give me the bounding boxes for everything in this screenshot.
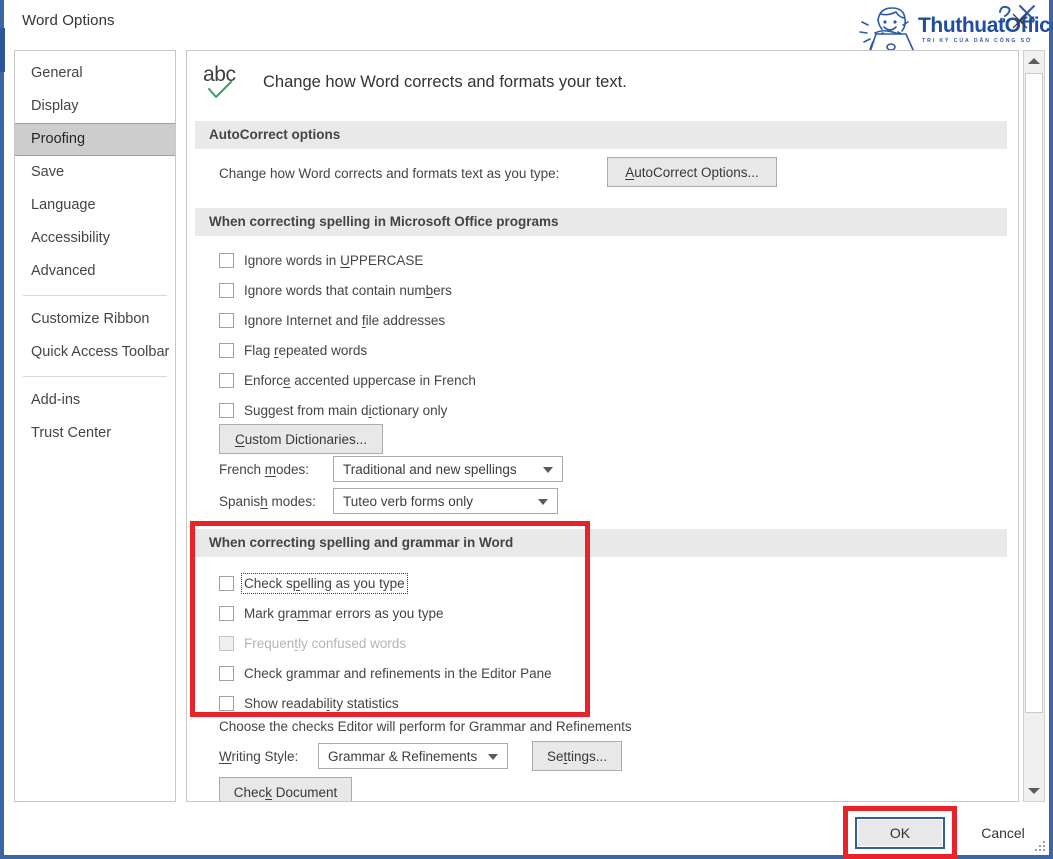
french-modes-value: Traditional and new spellings (343, 461, 517, 477)
checkbox-label-enforce-accented: Enforce accented uppercase in French (244, 372, 476, 388)
cancel-button-label: Cancel (981, 825, 1025, 841)
checkbox-label-check-grammar-editor-pane: Check grammar and refinements in the Edi… (244, 665, 552, 681)
settings-button-label: Settings... (546, 748, 608, 764)
checkbox-row-frequently-confused-words: Frequently confused words (219, 632, 406, 654)
checkbox-show-readability-statistics[interactable] (219, 695, 234, 711)
checkbox-check-grammar-editor-pane[interactable] (219, 665, 234, 681)
section-header-autocorrect: AutoCorrect options (195, 121, 1007, 149)
custom-dictionaries-button[interactable]: Custom Dictionaries... (219, 424, 383, 454)
checkbox-row-show-readability-statistics[interactable]: Show readability statistics (219, 692, 399, 714)
checkbox-row-flag-repeated[interactable]: Flag repeated words (219, 339, 367, 361)
chevron-down-icon (543, 467, 553, 473)
window-left-border-inner (4, 0, 6, 859)
settings-button[interactable]: Settings... (532, 741, 622, 771)
checkbox-row-check-spelling-as-you-type[interactable]: Check spelling as you type (219, 572, 408, 594)
sidebar-item-add-ins[interactable]: Add-ins (15, 384, 175, 417)
options-sidebar: General Display Proofing Save Language A… (14, 50, 176, 802)
window-edge-accent (0, 28, 5, 72)
page-title: Word Options (22, 12, 115, 29)
checkbox-frequently-confused-words (219, 635, 234, 651)
sidebar-item-display[interactable]: Display (15, 90, 175, 123)
window-bottom-border (4, 855, 1053, 859)
autocorrect-options-button[interactable]: AutoCorrect Options... (607, 157, 777, 187)
checkbox-label-show-readability-statistics: Show readability statistics (244, 695, 399, 711)
checkbox-label-flag-repeated: Flag repeated words (244, 342, 368, 358)
section-header-office-spelling: When correcting spelling in Microsoft Of… (195, 208, 1007, 236)
spanish-modes-label: Spanish modes: (219, 494, 316, 509)
sidebar-item-general[interactable]: General (15, 57, 175, 90)
title-bar: Word Options (6, 0, 1049, 44)
resize-grip[interactable] (1035, 841, 1047, 853)
section-header-word-grammar: When correcting spelling and grammar in … (195, 529, 1007, 557)
sidebar-item-proofing[interactable]: Proofing (15, 123, 175, 156)
sidebar-item-accessibility[interactable]: Accessibility (15, 222, 175, 255)
ok-button[interactable]: OK (855, 817, 945, 849)
autocorrect-options-button-label: AutoCorrect Options... (625, 164, 759, 180)
close-icon[interactable] (1002, 6, 1038, 36)
sidebar-item-save[interactable]: Save (15, 156, 175, 189)
content-scrollbar[interactable] (1023, 50, 1045, 802)
chevron-down-icon (538, 499, 548, 505)
autocorrect-description: Change how Word corrects and formats tex… (219, 166, 560, 181)
green-check-icon (208, 81, 232, 98)
french-modes-dropdown[interactable]: Traditional and new spellings (333, 456, 563, 482)
check-document-button-label: Check Document (233, 784, 338, 800)
checkbox-label-ignore-internet: Ignore Internet and file addresses (244, 312, 446, 328)
writing-style-value: Grammar & Refinements (328, 748, 478, 764)
word-options-dialog: Word Options ThuthuatOffice TRI KỶ CỦA D… (0, 0, 1053, 859)
checkbox-ignore-internet[interactable] (219, 312, 234, 328)
sidebar-divider-1 (23, 295, 167, 296)
check-document-button[interactable]: Check Document (219, 777, 352, 801)
proofing-hero: abc Change how Word corrects and formats… (203, 61, 627, 105)
custom-dictionaries-button-label: Custom Dictionaries... (234, 431, 368, 447)
sidebar-item-customize-ribbon[interactable]: Customize Ribbon (15, 303, 175, 336)
checkbox-label-check-spelling-as-you-type: Check spelling as you type (241, 572, 408, 594)
chevron-down-icon (488, 754, 498, 760)
writing-style-label: Writing Style: (219, 749, 299, 764)
hero-description: Change how Word corrects and formats you… (263, 72, 627, 91)
checkbox-label-mark-grammar-errors: Mark grammar errors as you type (244, 605, 444, 621)
checkbox-label-suggest-main-dictionary: Suggest from main dictionary only (244, 402, 448, 418)
sidebar-item-advanced[interactable]: Advanced (15, 255, 175, 288)
checkbox-label-ignore-uppercase: Ignore words in UPPERCASE (244, 252, 424, 268)
scroll-up-icon[interactable] (1024, 51, 1044, 71)
checkbox-row-check-grammar-editor-pane[interactable]: Check grammar and refinements in the Edi… (219, 662, 552, 684)
scrollbar-thumb[interactable] (1025, 73, 1043, 713)
sidebar-item-language[interactable]: Language (15, 189, 175, 222)
spanish-modes-dropdown[interactable]: Tuteo verb forms only (333, 488, 558, 514)
checkbox-label-frequently-confused-words: Frequently confused words (244, 635, 407, 651)
checkbox-row-enforce-accented[interactable]: Enforce accented uppercase in French (219, 369, 476, 391)
close-x-glyph (1012, 13, 1028, 29)
checkbox-row-suggest-main-dictionary[interactable]: Suggest from main dictionary only (219, 399, 447, 421)
sidebar-divider-2 (23, 376, 167, 377)
checkbox-row-ignore-internet[interactable]: Ignore Internet and file addresses (219, 309, 445, 331)
checkbox-label-ignore-numbers: Ignore words that contain numbers (244, 282, 452, 298)
spanish-modes-value: Tuteo verb forms only (343, 493, 474, 509)
french-modes-label: French modes: (219, 462, 310, 477)
checkbox-check-spelling-as-you-type[interactable] (219, 575, 234, 591)
checkbox-enforce-accented[interactable] (219, 372, 234, 388)
writing-style-dropdown[interactable]: Grammar & Refinements (318, 743, 508, 769)
proofing-content-panel: abc Change how Word corrects and formats… (186, 50, 1019, 802)
checkbox-mark-grammar-errors[interactable] (219, 605, 234, 621)
checkbox-ignore-numbers[interactable] (219, 282, 234, 298)
scroll-down-icon[interactable] (1024, 781, 1044, 801)
checkbox-ignore-uppercase[interactable] (219, 252, 234, 268)
window-right-border (1049, 0, 1053, 859)
ok-button-label: OK (889, 825, 911, 841)
checkbox-suggest-main-dictionary[interactable] (219, 402, 234, 418)
editor-checks-description: Choose the checks Editor will perform fo… (219, 719, 632, 734)
checkbox-row-mark-grammar-errors[interactable]: Mark grammar errors as you type (219, 602, 444, 624)
checkbox-row-ignore-numbers[interactable]: Ignore words that contain numbers (219, 279, 452, 301)
sidebar-item-quick-access-toolbar[interactable]: Quick Access Toolbar (15, 336, 175, 369)
checkbox-flag-repeated[interactable] (219, 342, 234, 358)
abc-spellcheck-icon: abc (203, 61, 249, 105)
checkbox-row-ignore-uppercase[interactable]: Ignore words in UPPERCASE (219, 249, 423, 271)
sidebar-item-trust-center[interactable]: Trust Center (15, 417, 175, 450)
